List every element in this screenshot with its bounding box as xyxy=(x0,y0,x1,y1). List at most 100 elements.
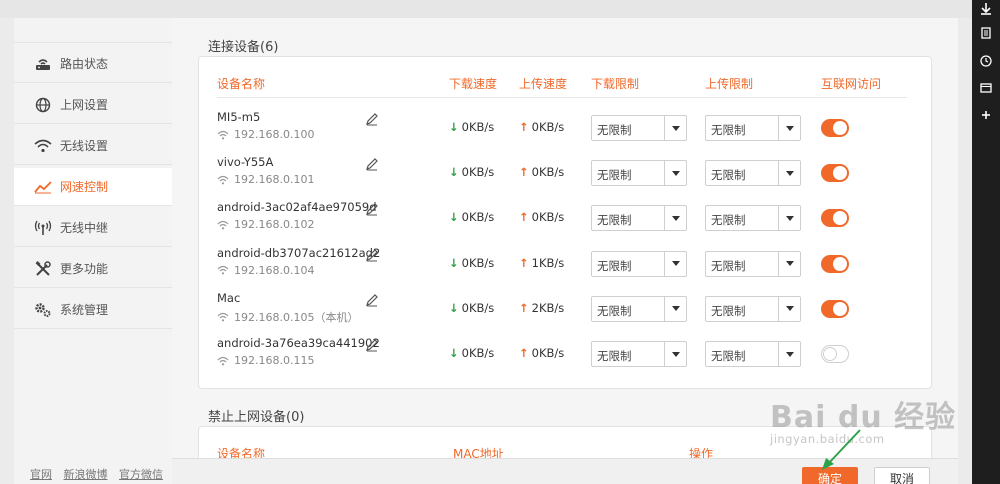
down-arrow-icon: ↓ xyxy=(449,300,459,315)
sidebar-item-wireless-repeater[interactable]: 无线中继 xyxy=(14,209,172,247)
chevron-down-icon xyxy=(778,342,800,366)
plus-icon[interactable] xyxy=(979,108,993,122)
download-limit-select[interactable]: 无限制 xyxy=(591,341,687,367)
footer-link-weibo[interactable]: 新浪微博 xyxy=(64,468,108,481)
edit-pencil-icon[interactable] xyxy=(365,112,379,126)
up-arrow-icon: ↑ xyxy=(519,346,529,360)
upload-limit-select[interactable]: 无限制 xyxy=(705,160,801,187)
internet-access-toggle[interactable] xyxy=(821,164,849,183)
sidebar-item-more-features[interactable]: 更多功能 xyxy=(14,250,172,288)
sidebar-item-wireless-settings[interactable]: 无线设置 xyxy=(14,127,172,165)
cancel-button[interactable]: 取消 xyxy=(874,467,930,484)
upload-limit-select[interactable]: 无限制 xyxy=(705,250,801,277)
table-row: android-3ac02af4ae97059d 192.168.0.102 ↓ 0K… xyxy=(199,196,933,241)
chevron-down-icon xyxy=(778,206,800,231)
upload-limit-select[interactable]: 无限制 xyxy=(705,341,801,367)
chevron-down-icon xyxy=(664,342,686,366)
edit-pencil-icon[interactable] xyxy=(365,293,379,307)
device-name: android-3a76ea39ca441902 xyxy=(217,336,380,350)
upload-limit-value: 无限制 xyxy=(711,123,746,137)
column-header-internet: 互联网访问 xyxy=(821,77,882,91)
tools-icon xyxy=(34,260,52,278)
column-header-down-speed: 下载速度 xyxy=(449,77,498,91)
download-speed: ↓ 0KB/s xyxy=(449,120,494,134)
download-limit-select[interactable]: 无限制 xyxy=(591,205,687,232)
upload-limit-value: 无限制 xyxy=(711,303,746,318)
sidebar-item-system-management[interactable]: 系统管理 xyxy=(14,291,172,329)
upload-speed-value: 0KB/s xyxy=(531,210,565,225)
toggle-knob xyxy=(823,347,837,361)
sidebar-item-label: 上网设置 xyxy=(60,98,109,112)
chevron-down-icon xyxy=(778,296,800,321)
internet-access-toggle[interactable] xyxy=(821,209,849,228)
column-header-up-limit: 上传限制 xyxy=(705,77,754,91)
sidebar-divider xyxy=(14,42,172,43)
download-limit-select[interactable]: 无限制 xyxy=(591,160,687,187)
table-row: Mac 192.168.0.105（本机） ↓ 0KB/s ↑ 2KB/s 无限制 无限制 xyxy=(199,287,933,332)
device-ip: 192.168.0.105（本机） xyxy=(217,309,358,325)
window-icon[interactable] xyxy=(979,81,993,95)
toggle-knob xyxy=(833,121,847,135)
down-arrow-icon: ↓ xyxy=(449,346,459,360)
up-arrow-icon: ↑ xyxy=(519,165,529,180)
download-limit-select[interactable]: 无限制 xyxy=(591,295,687,322)
edit-pencil-icon[interactable] xyxy=(365,202,379,216)
device-name: Mac xyxy=(217,290,241,305)
clock-icon[interactable] xyxy=(979,54,993,68)
internet-access-toggle[interactable] xyxy=(821,345,849,363)
sidebar-item-internet-settings[interactable]: 上网设置 xyxy=(14,86,172,124)
internet-access-toggle[interactable] xyxy=(821,299,849,318)
upload-limit-value: 无限制 xyxy=(711,349,746,363)
download-limit-select[interactable]: 无限制 xyxy=(591,115,687,141)
upload-speed: ↑ 0KB/s xyxy=(519,210,564,224)
upload-limit-select[interactable]: 无限制 xyxy=(705,295,801,322)
download-limit-value: 无限制 xyxy=(597,168,632,183)
device-ip-text: 192.168.0.101 xyxy=(234,173,315,187)
sidebar-item-label: 网速控制 xyxy=(60,180,109,194)
download-icon[interactable] xyxy=(979,2,993,16)
down-arrow-icon: ↓ xyxy=(449,165,459,180)
download-limit-select[interactable]: 无限制 xyxy=(591,250,687,277)
device-ip-text: 192.168.0.102 xyxy=(234,218,315,232)
upload-speed-value: 2KB/s xyxy=(531,300,565,315)
wifi-signal-icon xyxy=(217,220,229,230)
footer-link-website[interactable]: 官网 xyxy=(30,468,52,481)
internet-access-toggle[interactable] xyxy=(821,119,849,137)
download-speed: ↓ 0KB/s xyxy=(449,256,494,270)
device-name: MI5-m5 xyxy=(217,110,261,124)
upload-limit-select[interactable]: 无限制 xyxy=(705,205,801,232)
footer-link-wechat[interactable]: 官方微信 xyxy=(119,468,163,481)
up-arrow-icon: ↑ xyxy=(519,120,529,134)
upload-speed: ↑ 0KB/s xyxy=(519,165,564,179)
column-header-down-limit: 下载限制 xyxy=(591,77,640,91)
sidebar-item-label: 路由状态 xyxy=(60,57,109,71)
device-ip: 192.168.0.100 xyxy=(217,128,314,141)
up-arrow-icon: ↑ xyxy=(519,210,529,225)
sidebar-item-label: 系统管理 xyxy=(60,303,109,317)
upload-limit-select[interactable]: 无限制 xyxy=(705,115,801,141)
sidebar-item-speed-control[interactable]: 网速控制 xyxy=(14,168,172,206)
download-speed: ↓ 0KB/s xyxy=(449,165,494,179)
sidebar-item-label: 更多功能 xyxy=(60,262,109,276)
upload-speed-value: 0KB/s xyxy=(531,120,565,134)
top-strip xyxy=(0,0,972,18)
footer-links: 官网 新浪微博 官方微信 xyxy=(30,466,171,482)
upload-limit-value: 无限制 xyxy=(711,258,746,273)
upload-limit-value: 无限制 xyxy=(711,213,746,228)
annotation-arrow-icon xyxy=(822,429,861,470)
chevron-down-icon xyxy=(778,116,800,140)
upload-limit-value: 无限制 xyxy=(711,168,746,183)
edit-pencil-icon[interactable] xyxy=(365,248,379,262)
connected-devices-title: 连接设备(6) xyxy=(208,40,279,55)
sidebar-item-router-status[interactable]: 路由状态 xyxy=(14,45,172,83)
download-speed: ↓ 0KB/s xyxy=(449,301,494,315)
edit-pencil-icon[interactable] xyxy=(365,157,379,171)
internet-access-toggle[interactable] xyxy=(821,254,849,273)
document-icon[interactable] xyxy=(979,26,993,40)
edit-pencil-icon[interactable] xyxy=(365,338,379,352)
up-arrow-icon: ↑ xyxy=(519,255,529,270)
toggle-knob xyxy=(833,211,847,226)
table-row: MI5-m5 192.168.0.100 ↓ 0KB/s ↑ 0KB/s 无限制 无限制 xyxy=(199,106,933,151)
wifi-signal-icon xyxy=(217,312,229,322)
toggle-knob xyxy=(833,166,847,181)
